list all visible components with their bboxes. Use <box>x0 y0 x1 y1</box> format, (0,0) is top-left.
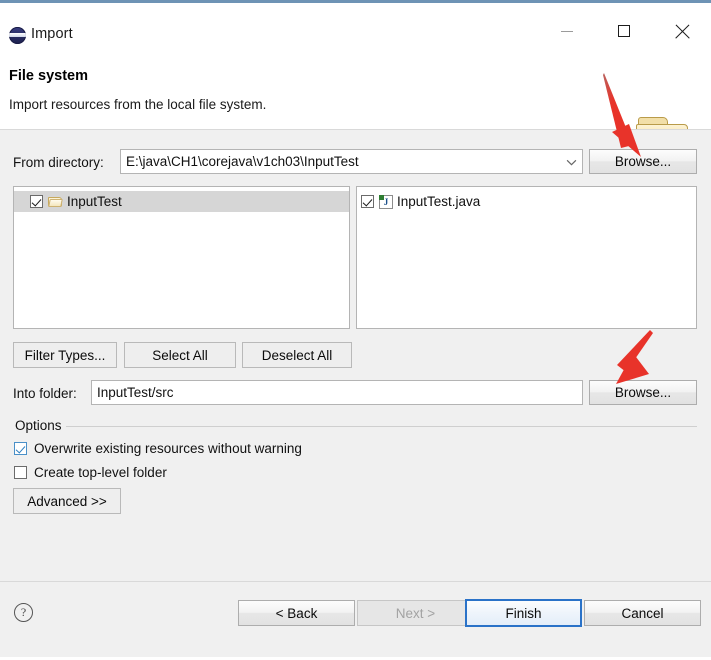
deselect-all-button[interactable]: Deselect All <box>242 342 352 368</box>
java-file-icon: J <box>379 194 393 209</box>
dialog-footer: ? < Back Next > Finish Cancel <box>0 582 711 657</box>
tree-item-label: InputTest <box>67 194 122 209</box>
options-divider <box>66 426 697 427</box>
help-button[interactable]: ? <box>14 603 33 622</box>
import-dialog: Import File system Import resources from… <box>0 0 711 657</box>
source-folder-tree[interactable]: InputTest <box>13 186 350 329</box>
folder-icon <box>48 196 63 208</box>
list-item-inputtest-java[interactable]: J InputTest.java <box>357 191 696 212</box>
create-top-level-folder-checkbox[interactable] <box>14 466 27 479</box>
tree-item-inputtest[interactable]: InputTest <box>14 191 349 212</box>
list-item-checkbox[interactable] <box>361 195 374 208</box>
close-button[interactable] <box>659 16 705 46</box>
overwrite-existing-checkbox[interactable] <box>14 442 27 455</box>
finish-button[interactable]: Finish <box>465 599 582 627</box>
browse-into-folder-button[interactable]: Browse... <box>589 380 697 405</box>
next-button: Next > <box>357 600 474 626</box>
back-button[interactable]: < Back <box>238 600 355 626</box>
overwrite-existing-option[interactable]: Overwrite existing resources without war… <box>14 441 302 456</box>
tree-item-checkbox[interactable] <box>30 195 43 208</box>
dialog-body: From directory: E:\java\CH1\corejava\v1c… <box>0 130 711 581</box>
close-icon <box>674 23 691 40</box>
window-title: Import <box>31 26 73 42</box>
minimize-icon <box>561 30 573 32</box>
overwrite-existing-label: Overwrite existing resources without war… <box>34 441 302 456</box>
into-folder-input[interactable]: InputTest/src <box>91 380 583 405</box>
from-directory-input[interactable]: E:\java\CH1\corejava\v1ch03\InputTest <box>120 149 583 174</box>
advanced-button[interactable]: Advanced >> <box>13 488 121 514</box>
title-bar: Import <box>0 3 711 55</box>
options-legend: Options <box>11 418 66 433</box>
page-description: Import resources from the local file sys… <box>9 97 267 112</box>
into-folder-label: Into folder: <box>13 386 77 401</box>
browse-directory-button[interactable]: Browse... <box>589 149 697 174</box>
select-all-button[interactable]: Select All <box>124 342 236 368</box>
list-item-label: InputTest.java <box>397 194 481 209</box>
eclipse-icon <box>9 27 26 44</box>
wizard-header: File system Import resources from the lo… <box>0 55 711 158</box>
minimize-button[interactable] <box>544 16 590 46</box>
maximize-button[interactable] <box>601 16 647 46</box>
file-list-panel[interactable]: J InputTest.java <box>356 186 697 329</box>
filter-types-button[interactable]: Filter Types... <box>13 342 117 368</box>
create-top-level-folder-option[interactable]: Create top-level folder <box>14 465 167 480</box>
maximize-icon <box>618 25 630 37</box>
from-directory-label: From directory: <box>13 155 104 170</box>
cancel-button[interactable]: Cancel <box>584 600 701 626</box>
page-title: File system <box>9 68 88 84</box>
create-top-level-folder-label: Create top-level folder <box>34 465 167 480</box>
